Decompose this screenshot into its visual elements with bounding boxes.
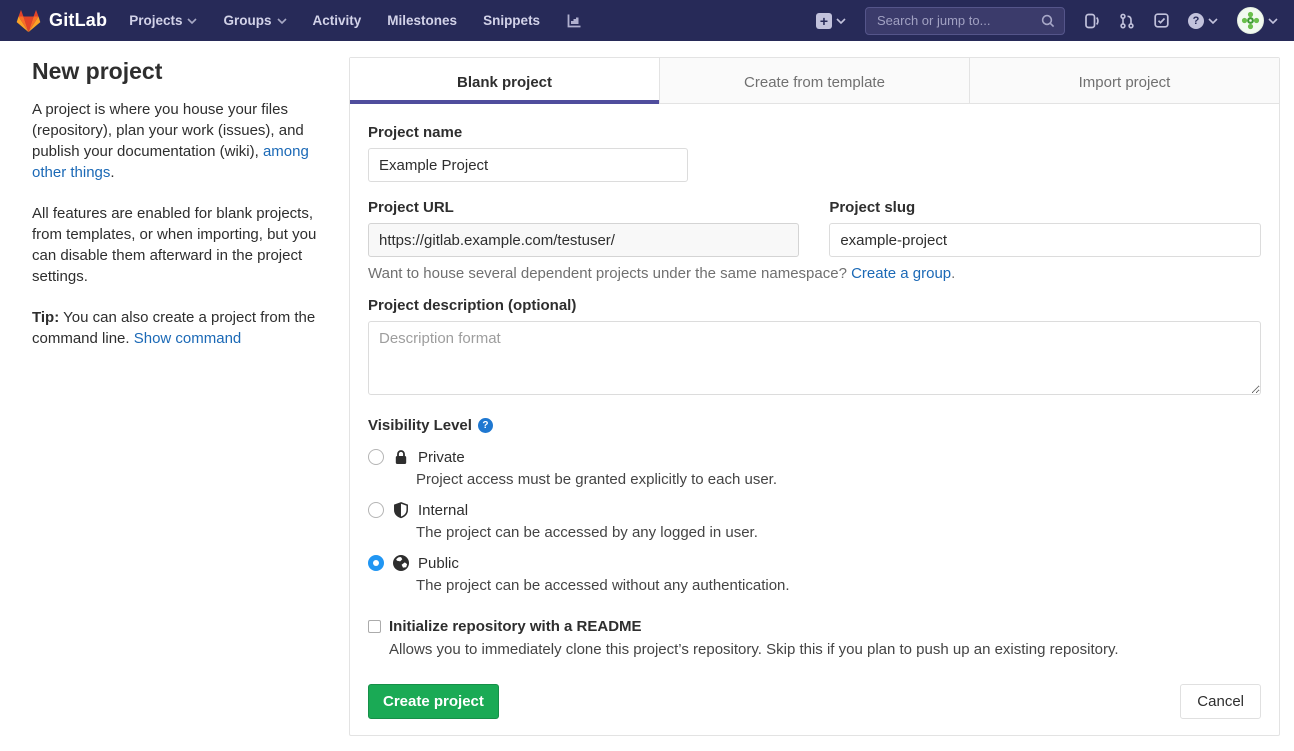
internal-label: Internal bbox=[418, 502, 468, 519]
chart-icon[interactable] bbox=[566, 13, 583, 29]
visibility-option-private: Private Project access must be granted e… bbox=[368, 448, 1261, 488]
project-slug-input[interactable] bbox=[829, 223, 1261, 257]
visibility-option-internal: Internal The project can be accessed by … bbox=[368, 501, 1261, 541]
plus-icon: + bbox=[816, 13, 832, 29]
project-url-label: Project URL bbox=[368, 199, 799, 216]
readme-label: Initialize repository with a README bbox=[389, 618, 642, 635]
project-name-input[interactable] bbox=[368, 148, 688, 182]
readme-description: Allows you to immediately clone this pro… bbox=[389, 641, 1261, 658]
project-name-label: Project name bbox=[368, 124, 1261, 141]
cancel-button[interactable]: Cancel bbox=[1180, 684, 1261, 719]
project-url-input[interactable] bbox=[368, 223, 799, 257]
globe-icon bbox=[392, 554, 410, 572]
nav-activity[interactable]: Activity bbox=[313, 13, 362, 28]
internal-radio[interactable] bbox=[368, 502, 384, 518]
private-label: Private bbox=[418, 449, 465, 466]
readme-checkbox[interactable] bbox=[368, 620, 381, 633]
visibility-level-label: Visibility Level bbox=[368, 417, 472, 434]
chevron-down-icon bbox=[187, 18, 197, 24]
create-a-group-link[interactable]: Create a group bbox=[851, 265, 951, 282]
namespace-hint: Want to house several dependent projects… bbox=[368, 265, 1261, 282]
tanuki-icon bbox=[16, 9, 41, 33]
new-menu-dropdown[interactable]: + bbox=[816, 13, 846, 29]
intro-paragraph-1: A project is where you house your files … bbox=[32, 99, 335, 183]
avatar bbox=[1237, 7, 1264, 34]
top-navbar: GitLab Projects Groups Activity Mileston… bbox=[0, 0, 1294, 41]
intro-tip: Tip: You can also create a project from … bbox=[32, 307, 335, 349]
private-radio[interactable] bbox=[368, 449, 384, 465]
project-type-tabs: Blank project Create from template Impor… bbox=[350, 58, 1279, 104]
nav-projects[interactable]: Projects bbox=[129, 13, 197, 28]
visibility-option-public: Public The project can be accessed witho… bbox=[368, 554, 1261, 594]
brand-wordmark: GitLab bbox=[49, 10, 107, 31]
gitlab-logo[interactable]: GitLab bbox=[16, 9, 107, 33]
search-icon bbox=[1041, 14, 1055, 28]
user-menu-dropdown[interactable] bbox=[1237, 7, 1278, 34]
readme-option: Initialize repository with a README Allo… bbox=[368, 618, 1261, 658]
nav-snippets[interactable]: Snippets bbox=[483, 13, 540, 28]
new-project-intro: New project A project is where you house… bbox=[0, 41, 349, 369]
shield-icon bbox=[392, 501, 410, 519]
todos-icon[interactable] bbox=[1154, 13, 1169, 28]
chevron-down-icon bbox=[836, 18, 846, 24]
public-description: The project can be accessed without any … bbox=[416, 577, 1261, 594]
lock-icon bbox=[392, 448, 410, 466]
intro-paragraph-2: All features are enabled for blank proje… bbox=[32, 203, 335, 287]
issues-icon[interactable] bbox=[1084, 13, 1100, 29]
chevron-down-icon bbox=[1208, 18, 1218, 24]
global-search[interactable] bbox=[865, 7, 1065, 35]
public-radio[interactable] bbox=[368, 555, 384, 571]
tab-import-project[interactable]: Import project bbox=[969, 58, 1279, 104]
search-input[interactable] bbox=[875, 12, 1041, 29]
project-description-textarea[interactable] bbox=[368, 321, 1261, 395]
project-slug-label: Project slug bbox=[829, 199, 1261, 216]
page-title: New project bbox=[32, 58, 335, 85]
chevron-down-icon bbox=[1268, 18, 1278, 24]
primary-nav: Projects Groups Activity Milestones Snip… bbox=[129, 13, 540, 28]
private-description: Project access must be granted explicitl… bbox=[416, 471, 1261, 488]
chevron-down-icon bbox=[277, 18, 287, 24]
visibility-help-icon[interactable]: ? bbox=[478, 418, 493, 433]
create-project-button[interactable]: Create project bbox=[368, 684, 499, 719]
project-description-label: Project description (optional) bbox=[368, 297, 1261, 314]
tab-create-from-template[interactable]: Create from template bbox=[659, 58, 969, 104]
new-project-panel: Blank project Create from template Impor… bbox=[349, 57, 1280, 736]
tab-blank-project[interactable]: Blank project bbox=[350, 58, 659, 104]
merge-requests-icon[interactable] bbox=[1119, 13, 1135, 29]
public-label: Public bbox=[418, 555, 459, 572]
nav-groups[interactable]: Groups bbox=[223, 13, 286, 28]
help-dropdown[interactable]: ? bbox=[1188, 13, 1218, 29]
help-icon: ? bbox=[1188, 13, 1204, 29]
blank-project-form: Project name Project URL Project slug Wa… bbox=[350, 104, 1279, 735]
nav-milestones[interactable]: Milestones bbox=[387, 13, 457, 28]
show-command-link[interactable]: Show command bbox=[134, 330, 242, 347]
internal-description: The project can be accessed by any logge… bbox=[416, 524, 1261, 541]
